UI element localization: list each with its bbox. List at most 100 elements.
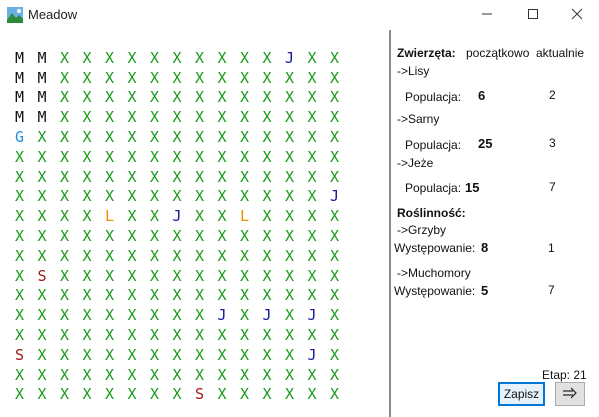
grid-cell: X [195,147,205,166]
save-button[interactable]: Zapisz [498,382,545,406]
grid-cell: X [217,326,227,345]
grid-cell: X [262,88,272,107]
grid-cell: X [82,128,92,147]
grid-cell: X [330,167,340,186]
grid-cell: X [240,326,250,345]
sarny-population-label: Populacja: [405,138,462,152]
grid-cell: X [15,246,25,265]
grid-cell: X [82,345,92,364]
grid-cell: X [262,227,272,246]
plants-header: Roślinność: [397,206,466,220]
grid-cell: X [15,365,25,384]
grid-cell: X [307,246,317,265]
grid-cell: X [15,227,25,246]
grid-cell: X [240,48,250,67]
grid-cell: X [172,147,182,166]
grid-cell: X [307,147,317,166]
grid-cell: M [37,68,47,87]
grid-cell: X [82,306,92,325]
grid-cell: M [15,108,25,127]
grid-cell: X [105,326,115,345]
grid-cell: X [217,385,227,404]
grid-cell: X [60,326,70,345]
grid-cell: X [285,167,295,186]
grid-cell: X [217,48,227,67]
grid-cell: X [127,108,137,127]
arrow-right-icon [562,387,578,402]
grid-cell: X [127,246,137,265]
grid-cell: X [285,286,295,305]
grid-cell: X [262,68,272,87]
grid-cell: X [82,286,92,305]
next-step-button[interactable] [555,382,585,406]
grid-cell: X [240,385,250,404]
grid-cell: X [82,207,92,226]
grid-cell: X [330,147,340,166]
grid-cell: X [195,167,205,186]
grid-cell: X [285,326,295,345]
grid-cell: X [150,266,160,285]
grid-cell: X [105,68,115,87]
grid-cell: X [285,266,295,285]
minimize-button[interactable] [464,0,510,30]
grid-cell: X [127,345,137,364]
grid-cell: X [60,207,70,226]
grid-cell: X [37,207,47,226]
grid-cell: X [105,286,115,305]
grid-cell: X [330,326,340,345]
grid-cell: X [60,147,70,166]
close-button[interactable] [554,0,599,30]
grid-cell: X [307,227,317,246]
grid-cell: X [105,227,115,246]
grid-cell: X [15,187,25,206]
grid-cell: X [127,207,137,226]
grid-cell: X [105,48,115,67]
grid-cell: X [127,68,137,87]
grid-cell: X [15,385,25,404]
grid-cell: X [37,246,47,265]
grid-cell: X [330,286,340,305]
grid-cell: X [37,227,47,246]
grid-cell: J [217,306,227,325]
grid-cell: L [240,207,250,226]
maximize-button[interactable] [510,0,556,30]
window-title: Meadow [28,7,78,22]
grid-cell: X [15,306,25,325]
grid-cell: X [127,266,137,285]
grid-cell: J [330,187,340,206]
grid-cell: X [82,365,92,384]
grid-cell: J [262,306,272,325]
grid-cell: X [330,207,340,226]
grid-cell: X [285,365,295,384]
grid-cell: X [37,365,47,384]
grid-cell: X [330,48,340,67]
grzyby-current-value: 1 [548,241,555,255]
grid-cell: X [285,385,295,404]
grzyby-occurrence-label: Występowanie: [394,241,476,255]
grid-cell: X [195,246,205,265]
grid-cell: X [82,147,92,166]
grid-cell: X [195,88,205,107]
lisy-current-value: 2 [549,88,556,102]
grid-cell: X [240,227,250,246]
grid-cell: X [150,246,160,265]
grid-cell: M [37,108,47,127]
muchomory-occurrence-label: Występowanie: [394,284,476,298]
grid-cell: X [195,365,205,384]
jeze-population-label: Populacja: [405,181,462,195]
grid-cell: X [105,345,115,364]
grid-cell: X [262,365,272,384]
grid-cell: X [60,286,70,305]
grid-cell: X [172,306,182,325]
stage-counter: Etap: 21 [542,368,587,382]
meadow-grid: MMXXXXXXXXXXJXXMMXXXXXXXXXXXXXMMXXXXXXXX… [14,48,352,404]
grid-cell: M [37,88,47,107]
grid-cell: X [262,345,272,364]
grid-cell: X [105,246,115,265]
grid-cell: X [195,187,205,206]
maximize-icon [527,8,539,23]
grid-cell: X [60,266,70,285]
grid-cell: X [262,187,272,206]
grid-cell: X [240,167,250,186]
grid-cell: X [217,286,227,305]
